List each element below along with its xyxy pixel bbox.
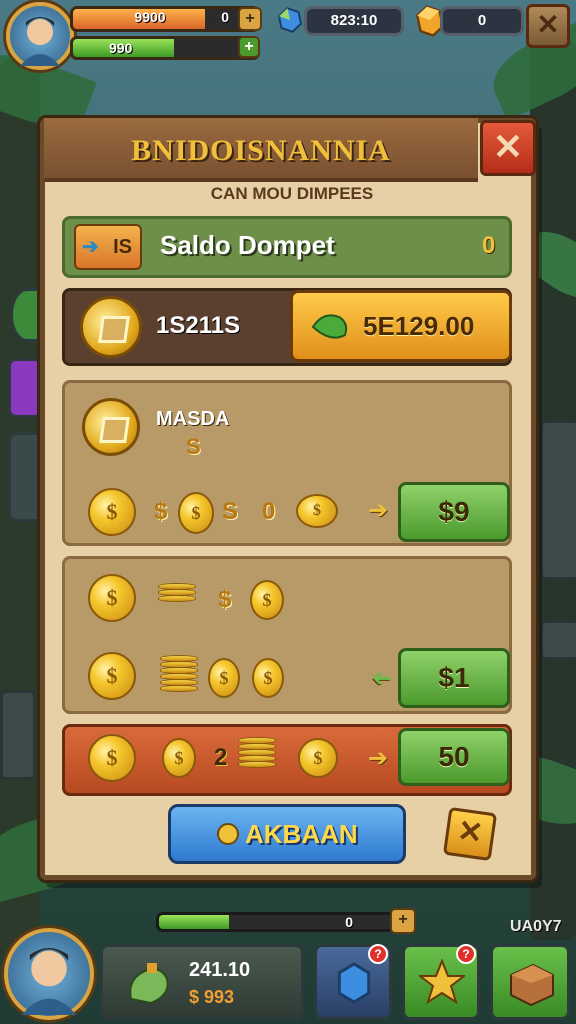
stone-pillar bbox=[540, 420, 576, 580]
bottom-avatar[interactable] bbox=[4, 928, 94, 1020]
action-button[interactable]: AKBAAN bbox=[168, 804, 406, 864]
shop-button[interactable] bbox=[490, 944, 570, 1020]
coin-icon: $ bbox=[296, 494, 338, 528]
coin-icon: $ bbox=[178, 492, 214, 534]
cash-icon bbox=[311, 314, 348, 339]
coin-icon: $ bbox=[88, 488, 136, 536]
wallet-value: 0 bbox=[482, 232, 496, 259]
bottom-progress-bar: 0 bbox=[156, 912, 396, 932]
loot-bag-icon bbox=[129, 963, 169, 1005]
hud-close-button[interactable]: ✕ bbox=[526, 4, 570, 48]
gold-bar-right-value: 0 bbox=[221, 9, 229, 25]
player-portrait-icon bbox=[21, 948, 77, 1015]
arrow-right-icon: ➔ bbox=[368, 744, 389, 772]
add-progress-button[interactable]: + bbox=[390, 908, 416, 934]
add-gold-button[interactable]: + bbox=[238, 7, 262, 31]
coin-icon: $ bbox=[250, 580, 284, 620]
arrow-right-icon: ➔ bbox=[368, 496, 389, 524]
gold-bar: 9900 0 bbox=[70, 6, 260, 32]
skip-button[interactable]: ✕ bbox=[442, 806, 498, 862]
coin-stack-icon bbox=[158, 583, 196, 602]
player-portrait-icon bbox=[20, 17, 60, 66]
coin-icon: $ bbox=[298, 738, 338, 778]
blue-gem-icon bbox=[277, 7, 303, 33]
coin-icon: $ bbox=[208, 658, 240, 698]
panel-close-button[interactable]: ✕ bbox=[480, 120, 536, 176]
notification-badge: ? bbox=[368, 944, 388, 964]
coin-icon: $ bbox=[88, 652, 136, 700]
add-energy-button[interactable]: + bbox=[238, 36, 260, 58]
arrow-icon: ➔ bbox=[82, 236, 99, 258]
coin-stack-icon bbox=[238, 737, 276, 768]
side-shield-button[interactable] bbox=[8, 358, 44, 418]
balance-buy-button[interactable]: 5E129.00 bbox=[290, 290, 512, 362]
notification-badge: ? bbox=[456, 944, 476, 964]
coin-stack-icon bbox=[160, 655, 198, 692]
search-icon bbox=[217, 823, 239, 845]
side-text: UA0Y7 bbox=[510, 918, 562, 935]
row2-item-1: $ bbox=[218, 586, 232, 613]
blue-gem-icon bbox=[337, 962, 371, 1004]
buy-button-1[interactable]: $1 bbox=[398, 648, 510, 708]
masda-label: MASDA bbox=[156, 408, 230, 430]
balance-amount: 1S211S bbox=[156, 312, 241, 339]
panel-subtitle: CAN MOU DIMPEES bbox=[210, 184, 374, 203]
star-icon bbox=[419, 959, 465, 1005]
panel-title: BNIDOISNANNIA bbox=[131, 134, 391, 167]
coin-icon: $ bbox=[162, 738, 196, 778]
resource-counter: 0 bbox=[440, 6, 524, 36]
buy-button-9[interactable]: $9 bbox=[398, 482, 510, 542]
buy-button-50[interactable]: 50 bbox=[398, 728, 510, 786]
stone-block bbox=[0, 690, 36, 780]
coin-icon: $ bbox=[88, 734, 136, 782]
coin-icon: $ bbox=[88, 574, 136, 622]
row1-item-2: S bbox=[222, 498, 239, 525]
arrow-left-icon: ➔ bbox=[372, 664, 393, 692]
energy-bar-value: 990 bbox=[109, 40, 133, 56]
stone-block bbox=[540, 620, 576, 660]
gem-counter: 823:10 bbox=[304, 6, 404, 36]
row3-item-1: 2 bbox=[214, 744, 228, 771]
side-menu-button[interactable] bbox=[8, 432, 44, 522]
wallet-tag: ➔ IS bbox=[74, 224, 142, 270]
masda-symbol: S bbox=[186, 434, 201, 459]
bottom-progress-value: 0 bbox=[345, 914, 353, 930]
balance-buy-label: 5E129.00 bbox=[363, 311, 475, 341]
coin-icon: $ bbox=[252, 658, 284, 698]
wallet-tag-text: IS bbox=[113, 236, 132, 258]
row1-item-3: 0 bbox=[262, 498, 276, 525]
crate-icon bbox=[510, 963, 554, 1007]
bottom-stats-panel: 241.10 $ 993 bbox=[100, 944, 304, 1020]
stats-top: 241.10 bbox=[189, 959, 251, 981]
gold-chest-icon bbox=[80, 296, 142, 358]
row1-item-1: $ bbox=[154, 498, 168, 525]
wallet-label: Saldo Dompet bbox=[160, 230, 335, 260]
energy-bar: 990 bbox=[70, 36, 260, 60]
action-button-label: AKBAAN bbox=[245, 819, 358, 849]
player-avatar[interactable] bbox=[6, 2, 74, 70]
side-tool-button[interactable] bbox=[10, 288, 44, 342]
gold-chest-icon bbox=[82, 398, 140, 456]
stats-bottom: $ 993 bbox=[189, 987, 235, 1007]
